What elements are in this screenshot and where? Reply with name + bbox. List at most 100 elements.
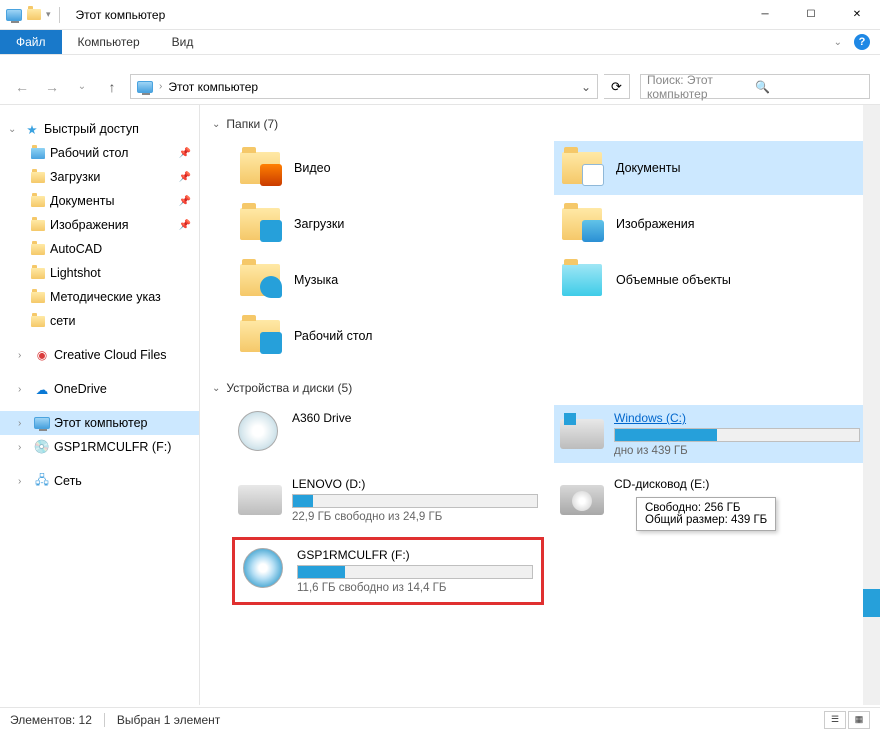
quick-folder-icon (26, 7, 42, 23)
network-icon: 🖧 (34, 473, 50, 489)
back-button[interactable]: ← (10, 75, 34, 99)
ribbon-expand-icon[interactable]: ⌄ (834, 37, 842, 48)
help-icon[interactable]: ? (854, 34, 870, 50)
tree-creative-cloud[interactable]: ›◉Creative Cloud Files (0, 343, 199, 367)
tree-onedrive[interactable]: ›☁OneDrive (0, 377, 199, 401)
tree-autocad[interactable]: AutoCAD (0, 237, 199, 261)
cd-drive-icon (560, 477, 604, 521)
folder-icon (30, 289, 46, 305)
folder-icon (30, 145, 46, 161)
minimize-button[interactable]: ─ (742, 0, 788, 30)
disc-drive-icon (243, 548, 287, 592)
tree-network[interactable]: ›🖧Сеть (0, 469, 199, 493)
chevron-right-icon[interactable]: › (18, 350, 30, 361)
folder-icon (236, 200, 284, 248)
pin-icon: 📌 (179, 172, 191, 183)
cloud-drive-icon (238, 411, 282, 455)
folder-icon (30, 313, 46, 329)
tab-file[interactable]: Файл (0, 30, 62, 54)
ribbon-tabs: Файл Компьютер Вид ⌄ ? (0, 30, 880, 55)
cc-icon: ◉ (34, 347, 50, 363)
folder-item-pictures[interactable]: Изображения (554, 197, 866, 251)
forward-button[interactable]: → (40, 75, 64, 99)
onedrive-icon: ☁ (34, 381, 50, 397)
star-icon: ★ (24, 121, 40, 137)
status-bar: Элементов: 12 Выбран 1 элемент ☰ ▦ (0, 707, 880, 731)
tree-quick-access[interactable]: ⌄ ★ Быстрый доступ (0, 117, 199, 141)
search-icon: 🔍 (755, 80, 863, 94)
pin-icon: 📌 (179, 196, 191, 207)
folder-icon (236, 312, 284, 360)
drive-item-gsp-f[interactable]: GSP1RMCULFR (F:) 11,6 ГБ свободно из 14,… (237, 542, 539, 600)
up-button[interactable]: ↑ (100, 75, 124, 99)
drive-item-a360[interactable]: A360 Drive (232, 405, 544, 463)
close-button[interactable]: ✕ (834, 0, 880, 30)
folder-icon (30, 217, 46, 233)
address-path: Этот компьютер (168, 80, 258, 94)
address-chevron-icon[interactable]: ⌄ (581, 80, 591, 94)
folder-icon (30, 265, 46, 281)
hdd-icon (560, 411, 604, 455)
address-pc-icon (137, 79, 153, 95)
nav-row: ← → ⌄ ↑ › Этот компьютер ⌄ ⟳ Поиск: Этот… (0, 69, 880, 105)
highlighted-drive-box: GSP1RMCULFR (F:) 11,6 ГБ свободно из 14,… (232, 537, 544, 605)
tree-downloads[interactable]: Загрузки📌 (0, 165, 199, 189)
history-chevron-icon[interactable]: ⌄ (70, 75, 94, 99)
folder-item-documents[interactable]: Документы (554, 141, 866, 195)
view-details-button[interactable]: ☰ (824, 711, 846, 729)
chevron-right-icon[interactable]: › (18, 384, 30, 395)
drive-tooltip: Свободно: 256 ГБ Общий размер: 439 ГБ (636, 497, 776, 531)
tree-desktop[interactable]: Рабочий стол📌 (0, 141, 199, 165)
hdd-icon (238, 477, 282, 521)
tab-view[interactable]: Вид (156, 30, 210, 54)
refresh-button[interactable]: ⟳ (604, 74, 630, 99)
chevron-right-icon[interactable]: › (18, 418, 30, 429)
pin-icon: 📌 (179, 148, 191, 159)
tree-this-pc[interactable]: ›Этот компьютер (0, 411, 199, 435)
vertical-scrollbar[interactable] (863, 105, 880, 705)
folder-item-music[interactable]: Музыка (232, 253, 544, 307)
qat-chevron-icon[interactable]: ▾ (46, 9, 51, 20)
navigation-tree: ⌄ ★ Быстрый доступ Рабочий стол📌 Загрузк… (0, 105, 200, 705)
chevron-down-icon[interactable]: ⌄ (212, 383, 220, 394)
folder-item-desktop[interactable]: Рабочий стол (232, 309, 544, 363)
tree-seti[interactable]: сети (0, 309, 199, 333)
group-devices-header[interactable]: ⌄ Устройства и диски (5) (204, 377, 876, 399)
address-bar[interactable]: › Этот компьютер ⌄ (130, 74, 598, 99)
chevron-down-icon[interactable]: ⌄ (8, 124, 20, 135)
folder-icon (236, 144, 284, 192)
chevron-down-icon[interactable]: ⌄ (212, 119, 220, 130)
search-box[interactable]: Поиск: Этот компьютер 🔍 (640, 74, 870, 99)
folder-item-videos[interactable]: Видео (232, 141, 544, 195)
folder-item-downloads[interactable]: Загрузки (232, 197, 544, 251)
folder-icon (30, 193, 46, 209)
folder-icon (30, 241, 46, 257)
pc-icon (34, 415, 50, 431)
folder-icon (558, 256, 606, 304)
folder-icon (236, 256, 284, 304)
pc-system-icon (6, 7, 22, 23)
folder-icon (30, 169, 46, 185)
chevron-right-icon[interactable]: › (18, 476, 30, 487)
scrollbar-thumb[interactable] (863, 589, 880, 617)
tree-method[interactable]: Методические указ (0, 285, 199, 309)
folder-icon (558, 144, 606, 192)
drive-item-windows-c[interactable]: Windows (C:) дно из 439 ГБ (554, 405, 866, 463)
status-item-count: Элементов: 12 (10, 713, 92, 727)
tree-documents[interactable]: Документы📌 (0, 189, 199, 213)
view-icons-button[interactable]: ▦ (848, 711, 870, 729)
group-folders-header[interactable]: ⌄ Папки (7) (204, 113, 876, 135)
window-title: Этот компьютер (76, 8, 166, 22)
content-area: ⌄ Папки (7) Видео Документы Загрузки Изо… (200, 105, 880, 705)
tree-pictures[interactable]: Изображения📌 (0, 213, 199, 237)
search-placeholder: Поиск: Этот компьютер (647, 73, 755, 101)
tab-computer[interactable]: Компьютер (62, 30, 156, 54)
folder-item-3dobjects[interactable]: Объемные объекты (554, 253, 866, 307)
drive-item-lenovo-d[interactable]: LENOVO (D:) 22,9 ГБ свободно из 24,9 ГБ (232, 471, 544, 529)
pin-icon: 📌 (179, 220, 191, 231)
chevron-right-icon[interactable]: › (18, 442, 30, 453)
maximize-button[interactable]: ☐ (788, 0, 834, 30)
tree-lightshot[interactable]: Lightshot (0, 261, 199, 285)
titlebar: ▾ Этот компьютер ─ ☐ ✕ (0, 0, 880, 30)
tree-drive-f[interactable]: ›💿GSP1RMCULFR (F:) (0, 435, 199, 459)
